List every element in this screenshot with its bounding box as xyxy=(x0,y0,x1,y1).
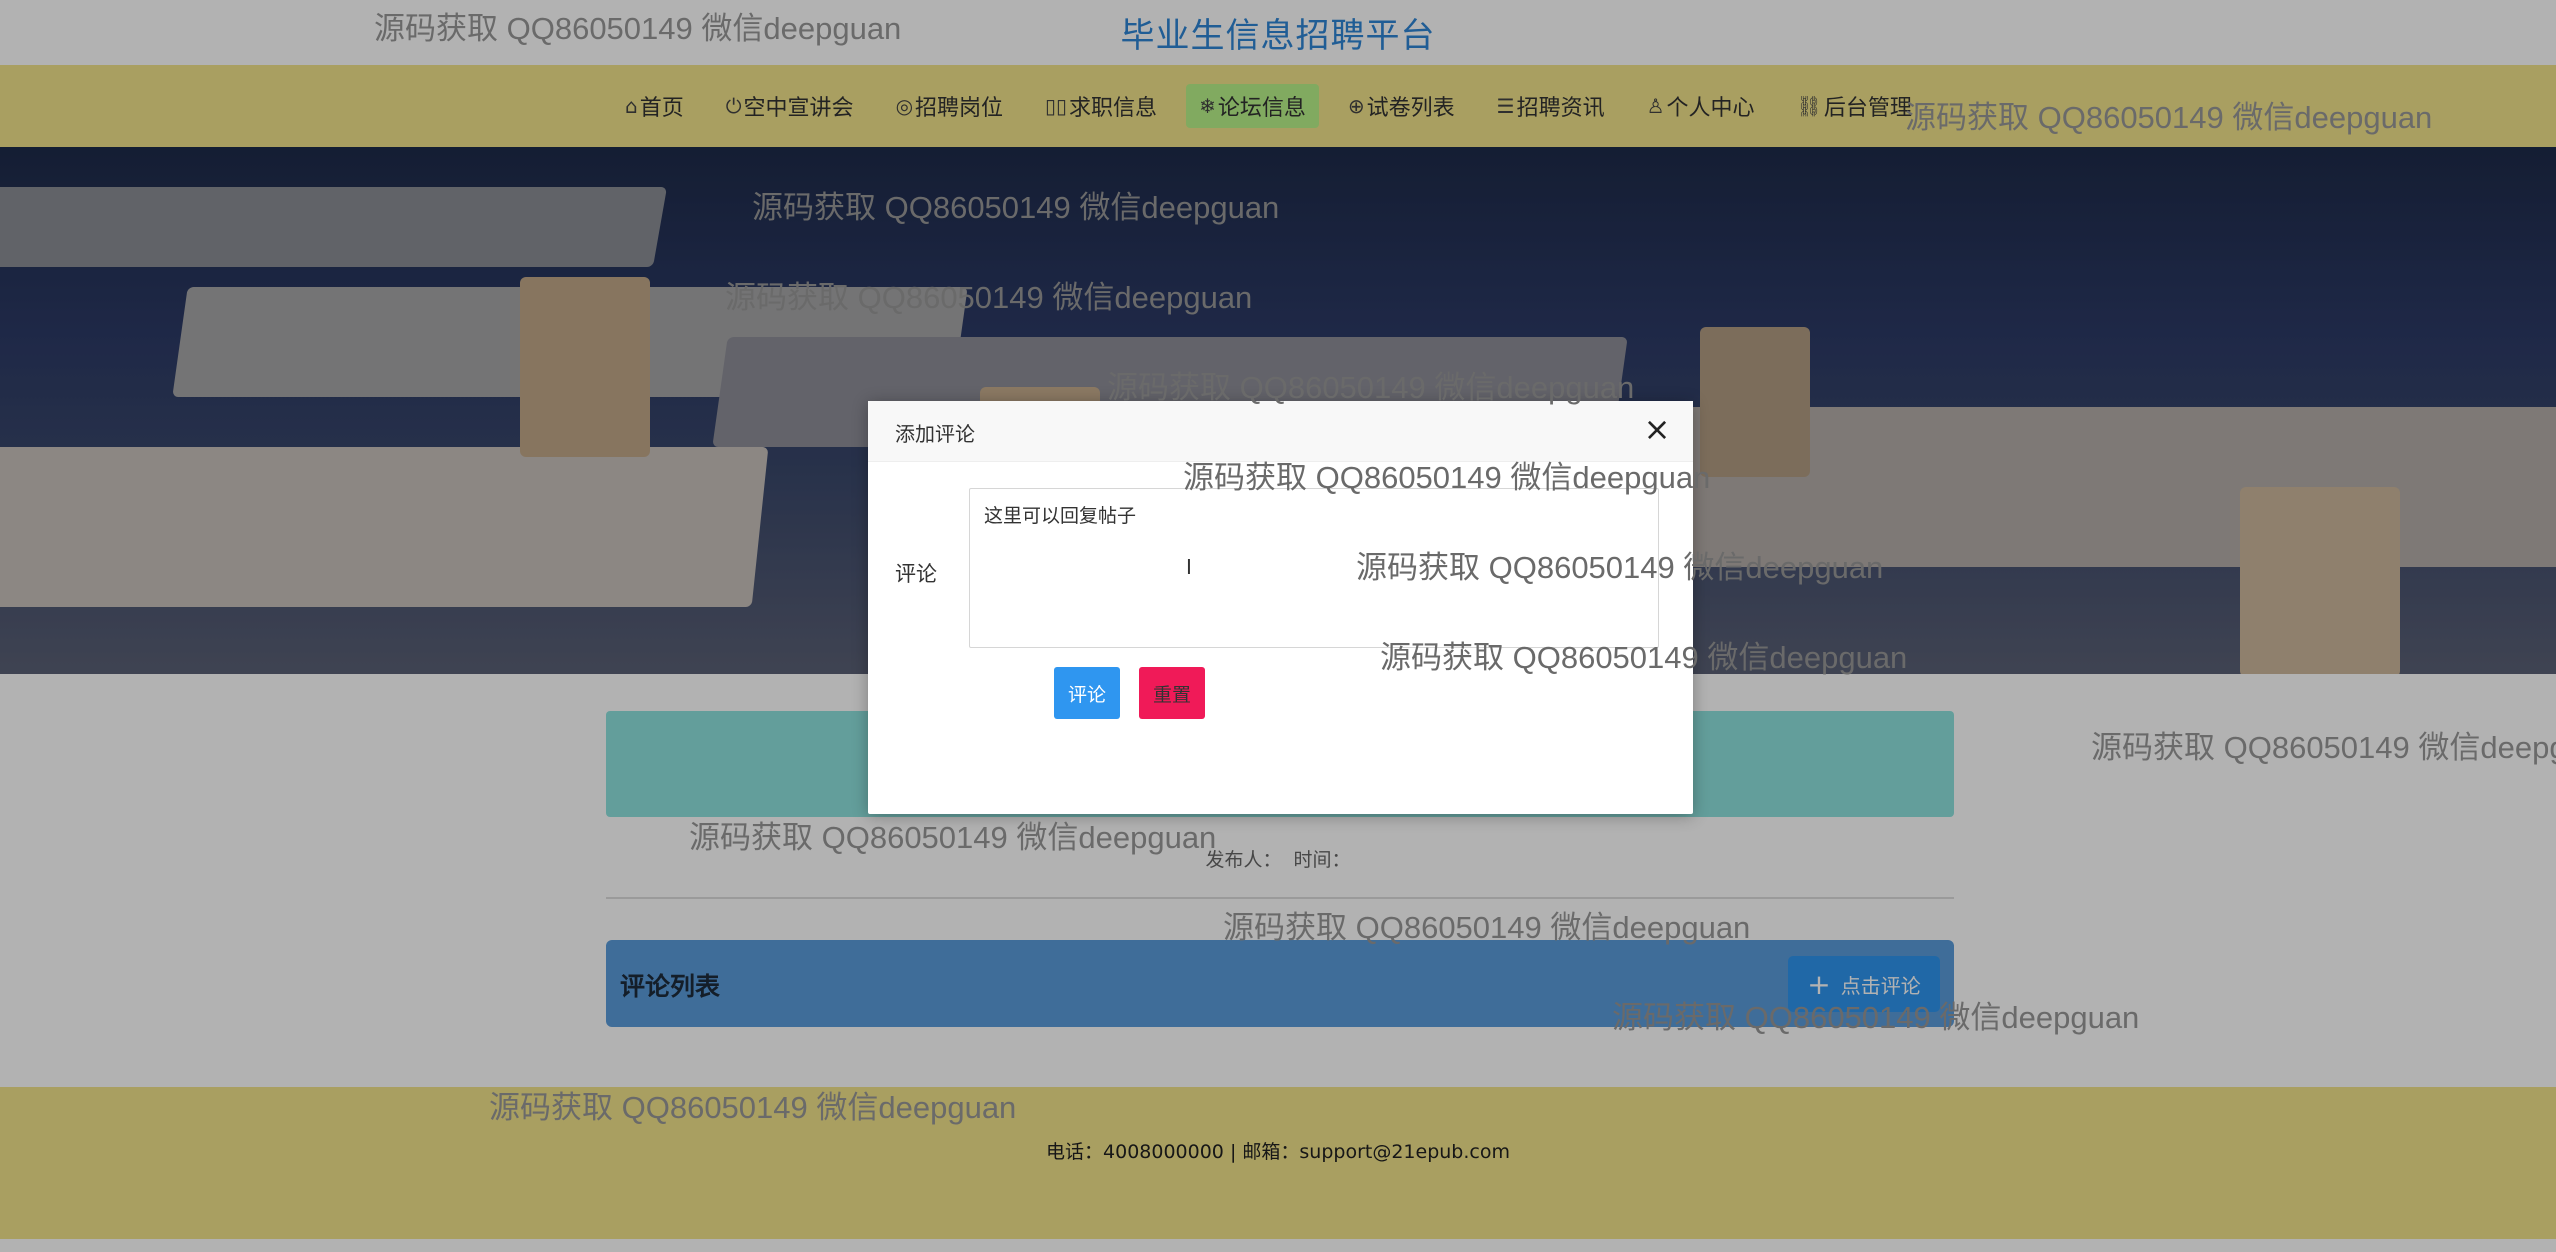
watermark-text: 源码获取 QQ86050149 微信deepguan xyxy=(1356,550,1884,585)
comment-label: 评论 xyxy=(895,562,937,586)
watermark-text: 源码获取 QQ86050149 微信deepguan xyxy=(489,1090,1017,1125)
watermark-text: 源码获取 QQ86050149 微信deepguan xyxy=(2091,730,2556,765)
watermark-text: 源码获取 QQ86050149 微信deepguan xyxy=(1905,100,2433,135)
close-icon[interactable]: × xyxy=(1641,413,1673,445)
reset-button[interactable]: 重置 xyxy=(1139,667,1205,719)
watermark-text: 源码获取 QQ86050149 微信deepguan xyxy=(752,190,1280,225)
watermark-text: 源码获取 QQ86050149 微信deepguan xyxy=(1380,640,1908,675)
submit-comment-button[interactable]: 评论 xyxy=(1054,667,1120,719)
watermark-text: 源码获取 QQ86050149 微信deepguan xyxy=(1107,370,1635,405)
dialog-title: 添加评论 xyxy=(895,422,975,446)
text-cursor-icon: I xyxy=(1186,555,1192,579)
watermark-text: 源码获取 QQ86050149 微信deepguan xyxy=(725,280,1253,315)
watermark-text: 源码获取 QQ86050149 微信deepguan xyxy=(689,820,1217,855)
watermark-text: 源码获取 QQ86050149 微信deepguan xyxy=(1612,1000,2140,1035)
watermark-text: 源码获取 QQ86050149 微信deepguan xyxy=(1223,910,1751,945)
watermark-text: 源码获取 QQ86050149 微信deepguan xyxy=(374,11,902,46)
watermark-text: 源码获取 QQ86050149 微信deepguan xyxy=(1183,460,1711,495)
